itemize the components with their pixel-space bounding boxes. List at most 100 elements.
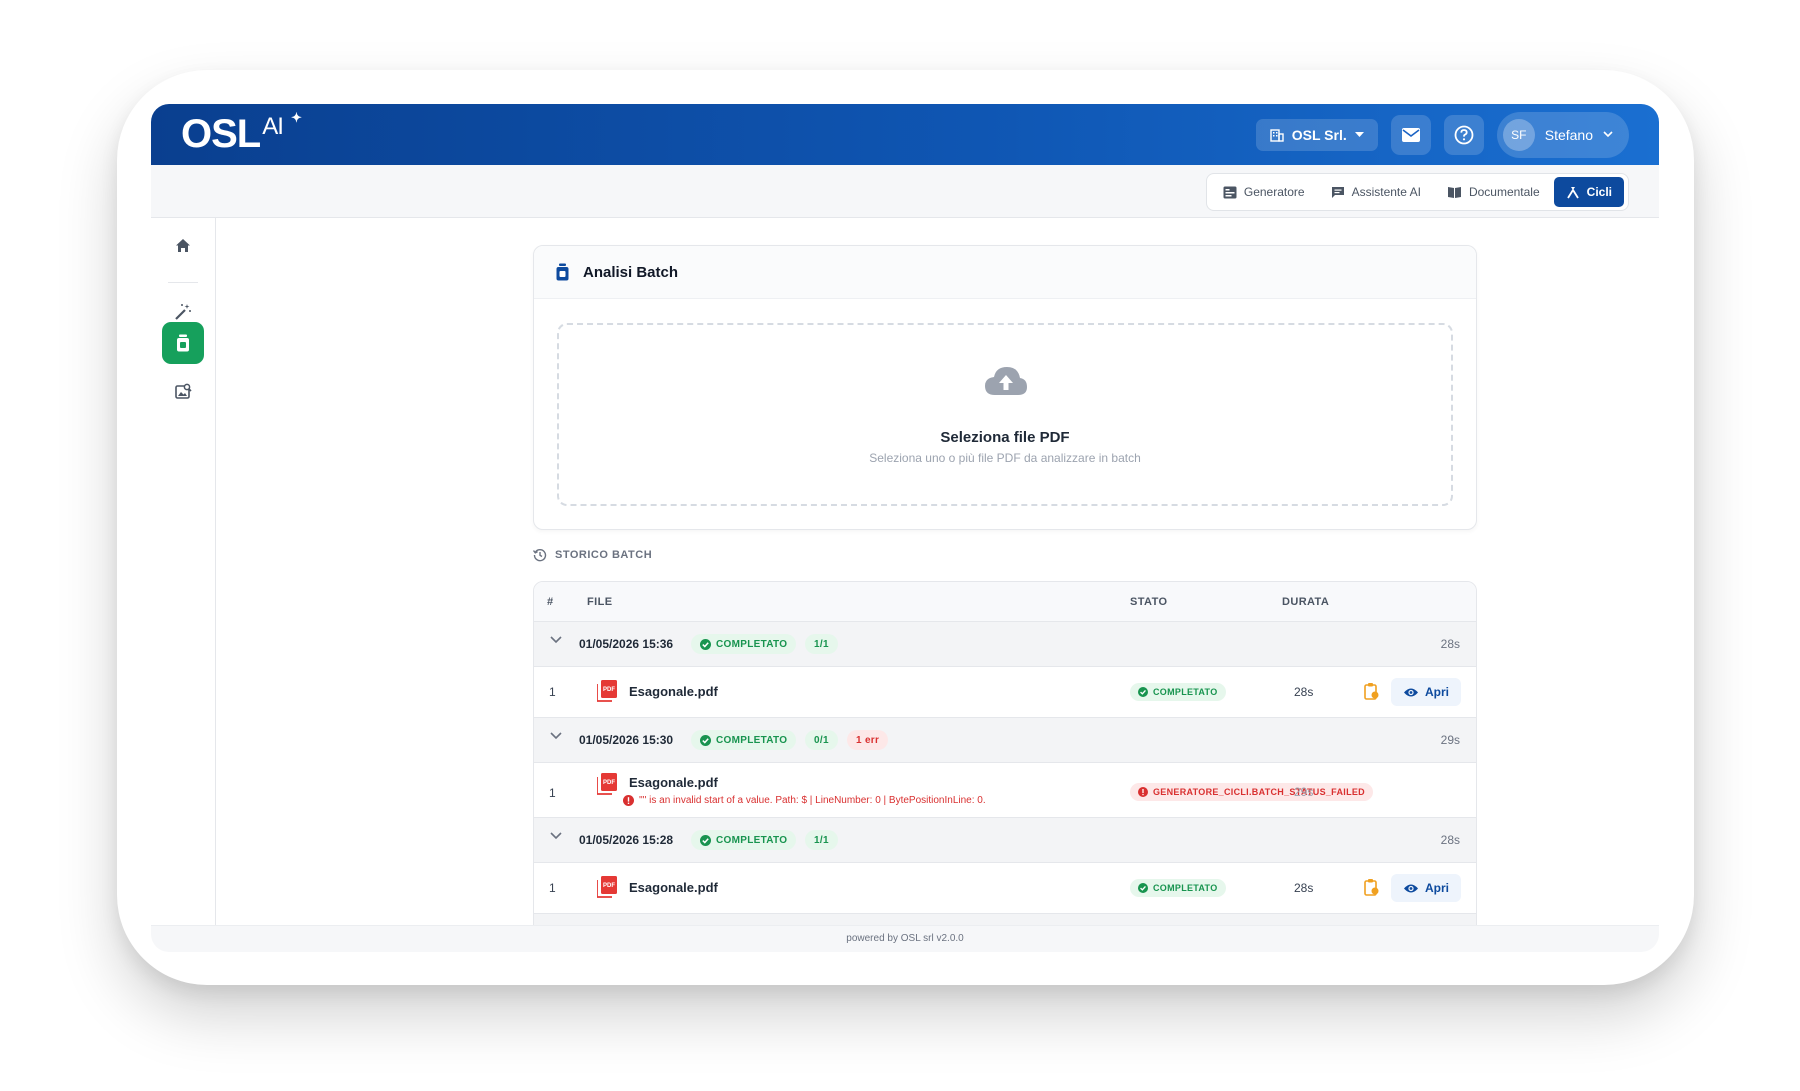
check-circle-icon [1138,883,1148,893]
col-num: # [547,596,554,608]
row-duration: 28s [1294,881,1314,895]
count-badge: 1/1 [805,830,838,850]
eye-icon [1404,884,1418,892]
chevron-down-icon[interactable] [550,636,562,644]
mail-icon [1401,127,1420,142]
clipboard-icon[interactable] [1364,878,1379,896]
table-row: 1 PDF Esagonale.pdf '"' is an invalid st… [534,763,1476,818]
svg-text:PDF: PDF [603,780,615,786]
app-logo[interactable]: OSL AI ✦ [181,104,302,165]
batch-group[interactable]: 01/05/2026 15:28 COMPLETATO 1/1 28s [534,818,1476,863]
svg-text:PDF: PDF [603,687,615,693]
form-icon [1223,186,1237,198]
status-badge: COMPLETATO [1130,879,1226,897]
pdf-dropzone[interactable]: Seleziona file PDF Seleziona uno o più f… [557,323,1453,506]
error-count-badge: 1 err [847,730,889,750]
help-icon [1454,125,1474,144]
tab-assistente-ai[interactable]: Assistente AI [1319,177,1433,207]
check-circle-icon [700,638,711,650]
upload-subtitle: Seleziona uno o più file PDF da analizza… [869,451,1141,465]
file-name: Esagonale.pdf [629,775,718,790]
col-file: FILE [587,596,613,608]
chevron-down-icon[interactable] [550,732,562,740]
sidebar [151,218,216,952]
building-icon [1270,128,1284,142]
app-window: OSL AI ✦ OSL Srl. SF Stefano Generatore … [151,104,1659,952]
batch-timestamp: 01/05/2026 15:30 [579,733,674,747]
avatar: SF [1502,118,1535,151]
batch-duration: 29s [1440,733,1460,747]
status-badge: COMPLETATO [691,634,797,654]
company-name: OSL Srl. [1291,126,1347,143]
table-row: 1 PDF Esagonale.pdf COMPLETATO 28s Apri [534,863,1476,914]
tab-documentale[interactable]: Documentale [1435,177,1552,207]
history-table: # FILE STATO DURATA 01/05/2026 15:36 COM… [533,581,1477,925]
sidebar-item-batch[interactable] [162,322,204,364]
table-row: 1 PDF Esagonale.pdf COMPLETATO 28s Apri [534,667,1476,718]
sidebar-item-home[interactable] [162,224,204,266]
history-heading: STORICO BATCH [533,548,652,562]
batch-timestamp: 01/05/2026 15:28 [579,833,674,847]
check-circle-icon [1138,687,1148,697]
tab-cicli[interactable]: Cicli [1553,177,1624,207]
tab-generatore[interactable]: Generatore [1211,177,1317,207]
clipboard-icon[interactable] [1364,682,1379,700]
book-icon [1447,186,1461,198]
svg-text:PDF: PDF [603,883,615,889]
open-button[interactable]: Apri [1391,874,1461,902]
batch-icon [177,334,189,352]
error-message: '"' is an invalid start of a value. Path… [623,795,986,806]
top-bar: OSL AI ✦ OSL Srl. SF Stefano [151,104,1659,165]
card-title: Analisi Batch [583,263,679,281]
sparkle-icon: ✦ [291,110,302,125]
sidebar-item-image-search[interactable] [162,370,204,412]
cycle-icon [1566,186,1579,198]
count-badge: 1/1 [805,634,838,654]
status-badge: COMPLETATO [691,730,797,750]
sidebar-divider [168,282,198,283]
status-badge: COMPLETATO [691,830,797,850]
chevron-down-icon[interactable] [550,832,562,840]
file-name: Esagonale.pdf [629,880,718,895]
batch-card: Analisi Batch Seleziona file PDF Selezio… [533,245,1477,530]
row-duration: 29s [1294,785,1314,799]
caret-down-icon [1354,131,1364,137]
magic-wand-icon [175,304,191,320]
batch-duration: 28s [1440,637,1460,651]
error-icon [623,795,634,806]
status-badge: GENERATORE_CICLI.BATCH_STATUS_FAILED [1130,783,1373,801]
error-icon [1138,787,1148,797]
mode-switcher: Generatore Assistente AI Documentale Cic… [1205,173,1629,211]
history-icon [533,549,547,562]
col-duration: DURATA [1282,596,1330,608]
col-status: STATO [1130,596,1168,608]
check-circle-icon [700,734,711,746]
batch-group[interactable] [534,914,1476,925]
batch-group[interactable]: 01/05/2026 15:30 COMPLETATO 0/1 1 err 29… [534,718,1476,763]
status-badge: COMPLETATO [1130,683,1226,701]
chat-icon [1331,186,1344,198]
company-selector[interactable]: OSL Srl. [1255,118,1378,151]
card-header: Analisi Batch [534,246,1476,299]
file-name: Esagonale.pdf [629,684,718,699]
batch-icon [556,263,569,281]
user-menu[interactable]: SF Stefano [1496,111,1629,158]
open-button[interactable]: Apri [1391,678,1461,706]
main-content: Analisi Batch Seleziona file PDF Selezio… [216,218,1659,925]
pdf-file-icon: PDF [597,680,617,702]
batch-group[interactable]: 01/05/2026 15:36 COMPLETATO 1/1 28s [534,622,1476,667]
mode-toolbar: Generatore Assistente AI Documentale Cic… [151,165,1659,218]
pdf-file-icon: PDF [597,876,617,898]
batch-duration: 28s [1440,833,1460,847]
help-button[interactable] [1443,114,1484,155]
batch-timestamp: 01/05/2026 15:36 [579,637,674,651]
row-duration: 28s [1294,685,1314,699]
upload-title: Seleziona file PDF [940,429,1070,446]
image-search-icon [174,383,192,399]
eye-icon [1404,688,1418,696]
footer: powered by OSL srl v2.0.0 [151,925,1659,952]
count-badge: 0/1 [805,730,838,750]
cloud-upload-icon [985,367,1027,395]
check-circle-icon [700,834,711,846]
mail-button[interactable] [1390,114,1431,155]
